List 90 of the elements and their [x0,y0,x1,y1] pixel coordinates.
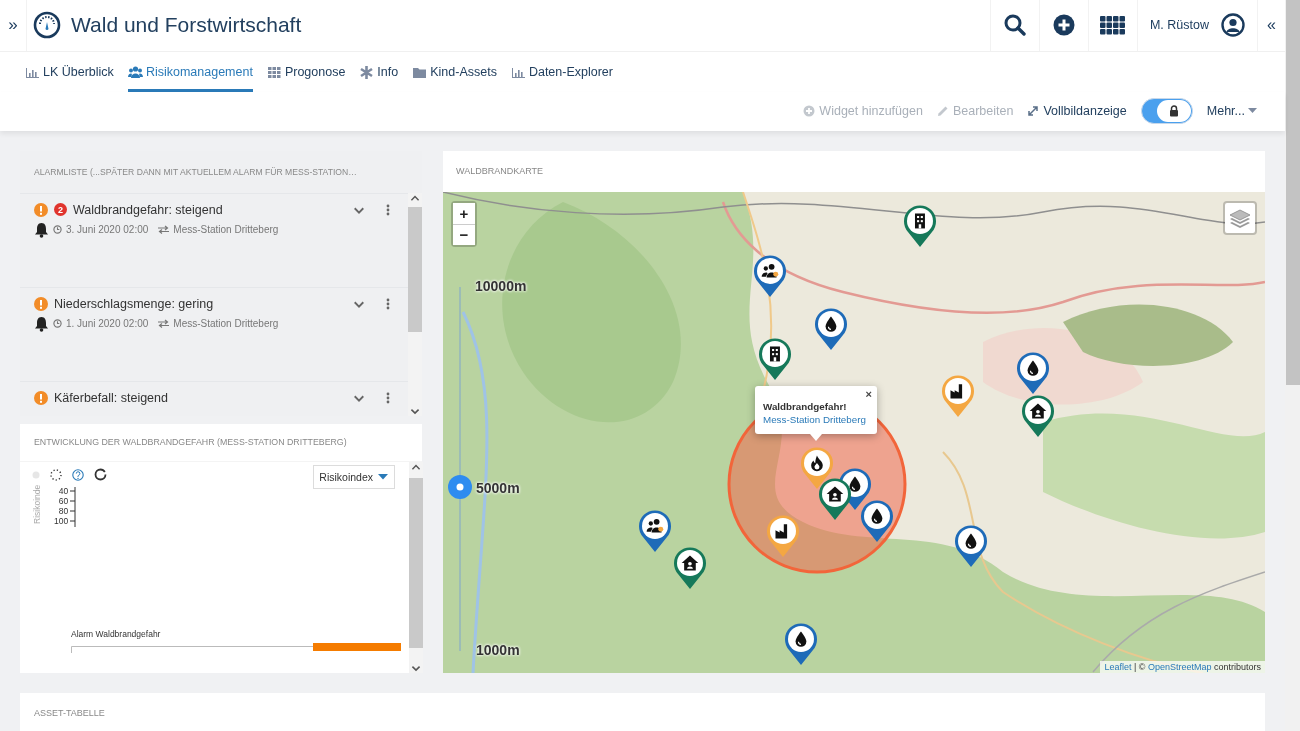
fullscreen-button[interactable]: Vollbildanzeige [1027,104,1127,119]
warning-icon [34,390,48,405]
tick-label: 80 [58,505,69,516]
panel-title: ASSET-TABELLE [33,706,105,718]
help-icon[interactable] [72,468,84,481]
alarm-title[interactable]: Käferbefall: steigend [54,390,168,405]
water-drop-pin-icon[interactable] [860,498,894,543]
bell-icon [34,221,49,238]
people-pin-icon[interactable] [638,508,672,553]
lock-icon [1168,105,1179,118]
timeline-label: Alarm Waldbrandgefahr [71,628,162,639]
expand-sidebar-button[interactable]: » [0,0,27,51]
loading-spinner-icon [50,468,62,481]
panel-title: WALDBRANDKARTE [455,165,545,179]
swap-arrows-icon [158,225,170,235]
flame-pin-icon[interactable] [800,445,834,490]
popup-close-button[interactable]: × [865,387,872,400]
y-axis-line [70,485,77,528]
tab[interactable]: Progonose [266,51,346,93]
panel-title: ENTWICKLUNG DER WALDBRANDGEFAHR (MESS-STATION DRITTEBERG) [20,423,422,462]
tick-label: 60 [58,495,69,506]
asterisk-icon [359,64,375,80]
metric-dropdown[interactable]: Risikoindex [313,464,395,489]
house-pin-icon[interactable] [818,476,852,521]
water-drop-pin-icon[interactable] [814,306,848,351]
popup-title: Waldbrandgefahr! [763,399,848,413]
user-avatar-icon[interactable] [1221,13,1245,38]
altitude-label: 5000m [476,479,520,496]
tab[interactable]: Info [359,51,399,93]
refresh-ring-icon[interactable] [94,468,107,482]
panel-title: ALARMLISTE (...SPÄTER DANN MIT AKTUELLEM ALARM FÜR MESS-STATION… [33,165,358,179]
alarm-date: 1. Juni 2020 02:00 [66,318,149,330]
more-vertical-icon[interactable] [386,297,390,310]
alarm-date: 3. Juni 2020 02:00 [66,224,149,236]
alarm-list-scrollbar[interactable] [408,192,422,416]
water-drop-pin-icon[interactable] [1016,350,1050,395]
leaflet-link[interactable]: Leaflet [1104,661,1132,672]
water-drop-pin-icon[interactable] [954,523,988,568]
warning-icon [34,296,48,311]
building-pin-icon[interactable] [903,203,937,248]
caret-down-icon [378,473,388,480]
swap-arrows-icon [158,319,170,329]
alarm-title[interactable]: Niederschlagsmenge: gering [54,296,214,311]
bell-icon [34,315,49,332]
factory-pin-icon[interactable] [766,513,800,558]
altitude-label: 1000m [476,641,520,658]
user-name[interactable]: M. Rüstow [1149,18,1209,33]
layers-icon[interactable] [1229,207,1251,228]
expand-arrows-icon [1027,105,1040,118]
factory-pin-icon[interactable] [941,373,975,418]
altitude-label: 10000m [475,277,527,294]
add-icon[interactable] [1052,14,1075,37]
tick-label: 40 [58,485,69,496]
lock-toggle[interactable] [1140,98,1193,125]
house-pin-icon[interactable] [1021,393,1055,438]
alarm-title[interactable]: Waldbrandgefahr: steigend [73,202,223,217]
building-pin-icon[interactable] [758,336,792,381]
station-name[interactable]: Mess-Station Dritteberg [173,318,279,330]
layers-button[interactable] [1223,200,1257,235]
tab[interactable]: LK Überblick [25,51,114,93]
station-link[interactable]: Mess-Station Dritteberg [763,412,866,426]
water-drop-pin-icon[interactable] [784,621,818,666]
warning-icon [34,202,48,217]
grid-icon [266,64,282,80]
people-pin-icon[interactable] [753,253,787,298]
app-title: Wald und Forstwirtschaft [71,13,302,38]
tab[interactable]: Kind-Assets [412,51,497,93]
count-badge: 2 [54,203,67,217]
tab[interactable]: Daten-Explorer [510,51,613,93]
openstreetmap-link[interactable]: OpenStreetMap [1147,661,1212,672]
status-dot-icon [32,470,40,479]
more-vertical-icon[interactable] [386,391,390,404]
plus-circle-icon [803,105,816,118]
apps-grid-icon[interactable] [1100,15,1126,35]
clock-icon [53,225,62,235]
search-icon[interactable] [1002,13,1027,38]
clock-icon [53,319,62,329]
tick-label: 100 [54,515,69,526]
pencil-icon [936,105,949,118]
users-icon [127,64,143,80]
chart-scrollbar[interactable] [409,461,423,673]
station-name[interactable]: Mess-Station Dritteberg [173,224,279,236]
more-dropdown[interactable]: Mehr... [1206,104,1257,119]
altitude-slider-thumb[interactable] [448,474,472,499]
more-vertical-icon[interactable] [386,203,390,216]
gauge-icon [33,11,61,40]
caret-down-icon [1248,108,1257,115]
house-pin-icon[interactable] [673,545,707,590]
axis-label: Risikoinde [32,485,42,524]
zoom-out-button[interactable]: − [453,223,475,245]
